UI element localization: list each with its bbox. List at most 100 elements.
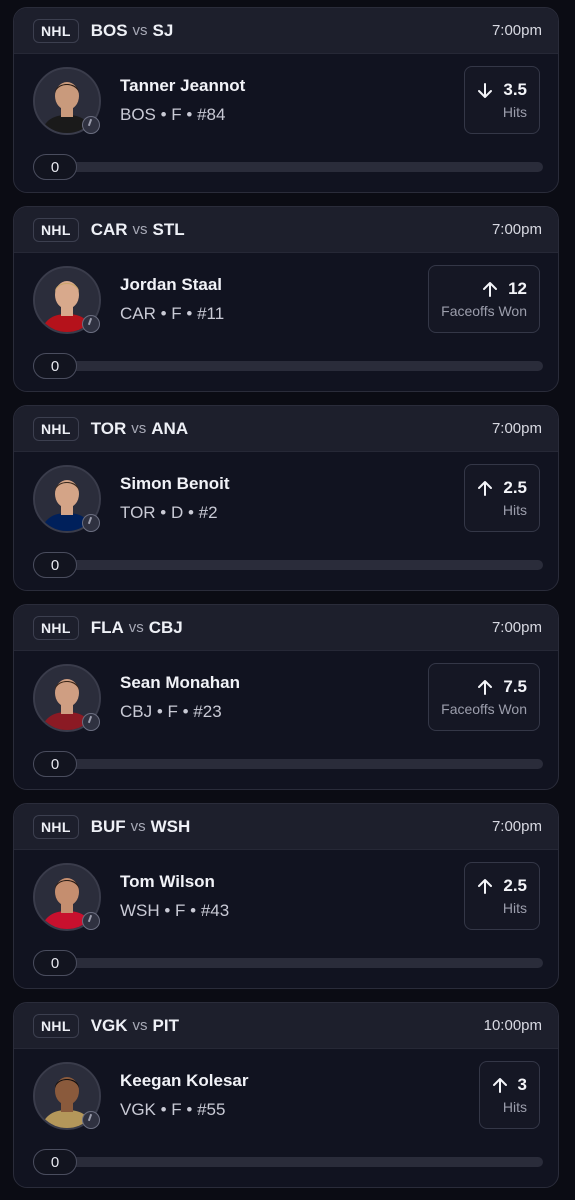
player-name[interactable]: Tanner Jeannot	[120, 76, 245, 96]
prop-card[interactable]: NHL TOR vs ANA 7:00pm Simon Benoit TOR •	[13, 405, 559, 591]
card-header: NHL BOS vs SJ 7:00pm	[14, 8, 558, 54]
card-header: NHL VGK vs PIT 10:00pm	[14, 1003, 558, 1049]
card-body: Tom Wilson WSH • F • #43 2.5 Hits 0	[14, 850, 558, 988]
vs-label: vs	[132, 1017, 148, 1034]
progress-bar: 0	[33, 751, 543, 777]
prop-stat-label: Hits	[502, 104, 527, 120]
team-b: CBJ	[148, 617, 183, 637]
game-time: 7:00pm	[491, 619, 542, 636]
prop-stat-label: Hits	[502, 900, 527, 916]
prop-card[interactable]: NHL VGK vs PIT 10:00pm Keegan Kolesar VG	[13, 1002, 559, 1188]
matchup: CAR vs STL	[91, 220, 185, 240]
team-a: FLA	[90, 617, 124, 637]
progress-track	[43, 759, 543, 769]
prop-line-box[interactable]: 3 Hits	[478, 1061, 540, 1129]
card-body: Tanner Jeannot BOS • F • #84 3.5 Hits 0	[14, 54, 558, 192]
prop-card[interactable]: NHL BOS vs SJ 7:00pm Tanner Jeannot BOS	[13, 7, 559, 193]
prop-card[interactable]: NHL FLA vs CBJ 7:00pm Sean Monahan CBJ •	[13, 604, 559, 790]
progress-count: 0	[33, 353, 77, 379]
card-body: Sean Monahan CBJ • F • #23 7.5 Faceoffs …	[14, 651, 558, 789]
progress-bar: 0	[33, 154, 543, 180]
progress-track	[43, 361, 543, 371]
game-time: 7:00pm	[491, 420, 542, 437]
league-badge: NHL	[33, 615, 79, 640]
matchup: BUF vs WSH	[91, 817, 191, 837]
clock-icon	[82, 713, 100, 731]
arrow-down-icon	[478, 82, 493, 98]
team-a: TOR	[90, 418, 127, 438]
props-list: NHL BOS vs SJ 7:00pm Tanner Jeannot BOS	[0, 0, 575, 1200]
team-b: ANA	[151, 418, 189, 438]
prop-card[interactable]: NHL CAR vs STL 7:00pm Jordan Staal CAR •	[13, 206, 559, 392]
league-badge: NHL	[33, 416, 79, 441]
player-meta: VGK • F • #55	[120, 1100, 226, 1119]
game-time: 7:00pm	[491, 22, 542, 39]
progress-count: 0	[33, 154, 77, 180]
prop-line-value: 2.5	[503, 876, 527, 895]
league-badge: NHL	[33, 814, 79, 839]
player-name[interactable]: Sean Monahan	[120, 673, 240, 693]
progress-bar: 0	[33, 950, 543, 976]
prop-line-value: 3	[517, 1075, 527, 1094]
prop-stat-label: Hits	[502, 1099, 527, 1115]
prop-line-value: 3.5	[503, 80, 527, 99]
progress-count: 0	[33, 950, 77, 976]
league-badge: NHL	[33, 1013, 79, 1038]
card-header: NHL TOR vs ANA 7:00pm	[14, 406, 558, 452]
player-meta: CBJ • F • #23	[120, 702, 222, 721]
game-time: 7:00pm	[491, 221, 542, 238]
clock-icon	[82, 116, 100, 134]
team-a: CAR	[90, 219, 128, 239]
arrow-up-icon	[478, 878, 493, 894]
progress-count: 0	[33, 552, 77, 578]
arrow-up-icon	[478, 679, 493, 695]
vs-label: vs	[128, 619, 144, 636]
arrow-up-icon	[492, 1077, 507, 1093]
progress-bar: 0	[33, 552, 543, 578]
progress-track	[43, 958, 543, 968]
player-name[interactable]: Tom Wilson	[120, 872, 215, 892]
player-name[interactable]: Jordan Staal	[120, 275, 222, 295]
team-a: VGK	[90, 1015, 128, 1035]
prop-line-box[interactable]: 7.5 Faceoffs Won	[428, 663, 540, 731]
arrow-up-icon	[483, 281, 498, 297]
prop-line-box[interactable]: 3.5 Hits	[464, 66, 540, 134]
prop-line-box[interactable]: 2.5 Hits	[464, 464, 540, 532]
prop-stat-label: Faceoffs Won	[441, 303, 527, 319]
vs-label: vs	[132, 221, 148, 238]
card-body: Simon Benoit TOR • D • #2 2.5 Hits 0	[14, 452, 558, 590]
progress-track	[43, 1157, 543, 1167]
card-body: Jordan Staal CAR • F • #11 12 Faceoffs W…	[14, 253, 558, 391]
progress-bar: 0	[33, 353, 543, 379]
vs-label: vs	[132, 22, 148, 39]
card-header: NHL CAR vs STL 7:00pm	[14, 207, 558, 253]
team-b: WSH	[150, 816, 191, 836]
player-name[interactable]: Simon Benoit	[120, 474, 230, 494]
matchup: TOR vs ANA	[91, 419, 188, 439]
team-a: BUF	[90, 816, 126, 836]
prop-line-value: 12	[508, 279, 527, 298]
league-badge: NHL	[33, 217, 79, 242]
prop-card[interactable]: NHL BUF vs WSH 7:00pm Tom Wilson WSH • F	[13, 803, 559, 989]
matchup: FLA vs CBJ	[91, 618, 183, 638]
progress-count: 0	[33, 1149, 77, 1175]
player-meta: BOS • F • #84	[120, 105, 226, 124]
player-meta: TOR • D • #2	[120, 503, 218, 522]
prop-line-box[interactable]: 2.5 Hits	[464, 862, 540, 930]
prop-line-value: 2.5	[503, 478, 527, 497]
clock-icon	[82, 912, 100, 930]
game-time: 10:00pm	[483, 1017, 542, 1034]
prop-stat-label: Faceoffs Won	[441, 701, 527, 717]
team-b: PIT	[152, 1015, 179, 1035]
league-badge: NHL	[33, 18, 79, 43]
game-time: 7:00pm	[491, 818, 542, 835]
team-b: STL	[152, 219, 185, 239]
prop-line-box[interactable]: 12 Faceoffs Won	[428, 265, 540, 333]
player-name[interactable]: Keegan Kolesar	[120, 1071, 249, 1091]
prop-stat-label: Hits	[502, 502, 527, 518]
arrow-up-icon	[478, 480, 493, 496]
card-header: NHL FLA vs CBJ 7:00pm	[14, 605, 558, 651]
progress-count: 0	[33, 751, 77, 777]
card-header: NHL BUF vs WSH 7:00pm	[14, 804, 558, 850]
prop-line-value: 7.5	[503, 677, 527, 696]
